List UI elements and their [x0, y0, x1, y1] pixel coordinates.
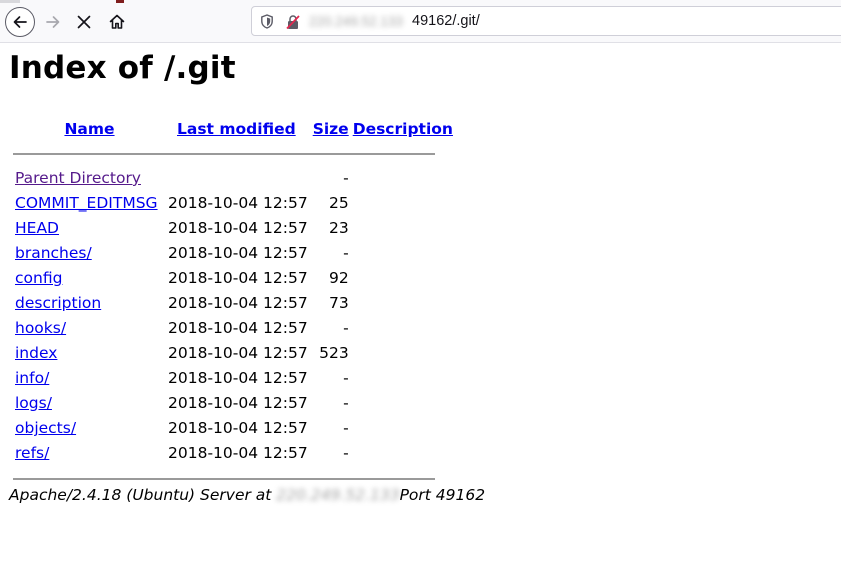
size-cell: - — [343, 444, 349, 462]
table-row: refs/2018-10-04 12:57 - — [12, 441, 454, 466]
table-row: HEAD 2018-10-04 12:57 23 — [12, 216, 454, 241]
description-cell — [349, 266, 454, 291]
table-row: branches/2018-10-04 12:57 - — [12, 241, 454, 266]
file-link[interactable]: objects/ — [15, 419, 76, 437]
last-modified-cell: 2018-10-04 12:57 — [168, 194, 308, 212]
table-row: description 2018-10-04 12:57 73 — [12, 291, 454, 316]
last-modified-cell: 2018-10-04 12:57 — [168, 244, 308, 262]
column-header-last-modified: Last modified — [167, 116, 312, 141]
last-modified-cell: 2018-10-04 12:57 — [168, 344, 308, 362]
last-modified-cell: 2018-10-04 12:57 — [168, 419, 308, 437]
address-bar[interactable]: 220.249.52.133 49162/.git/ — [251, 6, 841, 36]
description-cell — [349, 316, 454, 341]
table-row: hooks/2018-10-04 12:57 - — [12, 316, 454, 341]
table-row: index 2018-10-04 12:57 523 — [12, 341, 454, 366]
divider — [13, 477, 435, 480]
sort-by-description-link[interactable]: Description — [353, 120, 453, 138]
description-cell — [349, 191, 454, 216]
file-link[interactable]: logs/ — [15, 394, 52, 412]
size-cell: 73 — [328, 294, 349, 312]
tab-strip-edge — [0, 0, 841, 3]
size-cell: 92 — [328, 269, 349, 287]
sort-by-name-link[interactable]: Name — [64, 120, 114, 138]
table-row: objects/2018-10-04 12:57 - — [12, 416, 454, 441]
table-row: config 2018-10-04 12:57 92 — [12, 266, 454, 291]
size-cell: 523 — [319, 344, 349, 362]
parent-directory-link[interactable]: Parent Directory — [15, 169, 141, 187]
home-button[interactable] — [102, 7, 132, 37]
last-modified-cell: 2018-10-04 12:57 — [168, 219, 308, 237]
column-header-name: Name — [12, 116, 167, 141]
description-cell — [349, 341, 454, 366]
size-cell: - — [343, 369, 349, 387]
size-cell: - — [343, 394, 349, 412]
url-path-text: 49162/.git/ — [412, 13, 480, 29]
description-cell — [349, 291, 454, 316]
shield-icon[interactable] — [260, 14, 274, 29]
stop-button[interactable] — [69, 7, 99, 37]
directory-listing-table: Name Last modified Size Description Pare… — [12, 116, 454, 491]
server-port-text: Port 49162 — [399, 486, 486, 504]
file-link[interactable]: branches/ — [15, 244, 92, 262]
sort-by-last-modified-link[interactable]: Last modified — [177, 120, 296, 138]
page-title: Index of /.git — [9, 50, 236, 86]
sort-by-size-link[interactable]: Size — [313, 120, 349, 138]
last-modified-cell: 2018-10-04 12:57 — [168, 319, 308, 337]
file-link[interactable]: info/ — [15, 369, 49, 387]
browser-toolbar: 220.249.52.133 49162/.git/ — [0, 0, 841, 43]
back-button[interactable] — [5, 7, 35, 37]
description-cell — [349, 241, 454, 266]
description-cell — [349, 366, 454, 391]
last-modified-cell: 2018-10-04 12:57 — [168, 269, 308, 287]
column-header-size: Size — [312, 116, 349, 141]
home-icon — [109, 14, 125, 29]
listing-body: Parent Directory - COMMIT_EDITMSG 2018-10… — [12, 166, 454, 466]
back-arrow-icon — [13, 16, 27, 28]
file-link[interactable]: hooks/ — [15, 319, 66, 337]
table-header-row: Name Last modified Size Description — [12, 116, 454, 141]
file-link[interactable]: config — [15, 269, 62, 287]
parent-directory-row: Parent Directory - — [12, 166, 454, 191]
size-cell: - — [343, 419, 349, 437]
forward-arrow-icon — [46, 16, 60, 28]
parent-size: - — [343, 169, 349, 187]
file-link[interactable]: index — [15, 344, 57, 362]
size-cell: - — [343, 244, 349, 262]
divider — [13, 152, 435, 155]
description-cell — [349, 391, 454, 416]
column-header-description: Description — [349, 116, 454, 141]
server-signature: Apache/2.4.18 (Ubuntu) Server at 220.249… — [9, 486, 485, 504]
description-cell — [349, 416, 454, 441]
table-row: logs/2018-10-04 12:57 - — [12, 391, 454, 416]
description-cell — [349, 216, 454, 241]
table-row: info/2018-10-04 12:57 - — [12, 366, 454, 391]
header-divider-row — [12, 141, 454, 166]
stop-icon — [77, 15, 91, 29]
size-cell: 25 — [328, 194, 349, 212]
url-host-text: 220.249.52.133 — [309, 14, 403, 29]
insecure-lock-icon[interactable] — [286, 14, 300, 30]
description-cell — [349, 441, 454, 466]
last-modified-cell: 2018-10-04 12:57 — [168, 294, 308, 312]
file-link[interactable]: description — [15, 294, 101, 312]
last-modified-cell: 2018-10-04 12:57 — [168, 369, 308, 387]
forward-button[interactable] — [38, 7, 68, 37]
size-cell: 23 — [328, 219, 349, 237]
last-modified-cell: 2018-10-04 12:57 — [168, 394, 308, 412]
table-row: COMMIT_EDITMSG 2018-10-04 12:57 25 — [12, 191, 454, 216]
file-link[interactable]: HEAD — [15, 219, 59, 237]
server-info-text: Apache/2.4.18 (Ubuntu) Server at — [9, 486, 277, 504]
file-link[interactable]: COMMIT_EDITMSG — [15, 194, 158, 212]
server-host-text: 220.249.52.133 — [276, 486, 400, 504]
size-cell: - — [343, 319, 349, 337]
last-modified-cell: 2018-10-04 12:57 — [168, 444, 308, 462]
file-link[interactable]: refs/ — [15, 444, 49, 462]
